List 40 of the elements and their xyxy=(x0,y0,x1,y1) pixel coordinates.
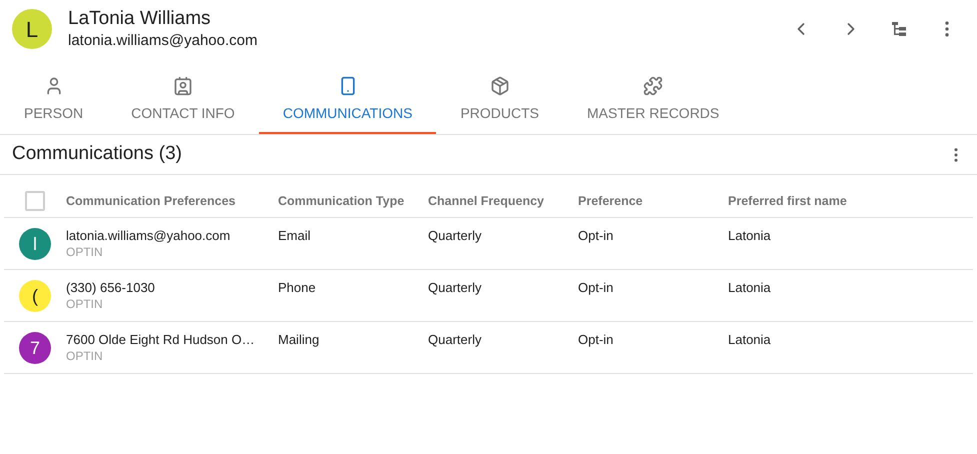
puzzle-icon xyxy=(643,76,664,96)
tab[interactable]: MASTER RECORDS xyxy=(563,68,744,134)
column-header: Communication Type xyxy=(278,192,406,210)
section-title: Communications (3) xyxy=(12,142,182,166)
column-header: Channel Frequency xyxy=(428,192,545,210)
table-cell-text: 7600 Olde Eight Rd Hudson O… xyxy=(66,332,256,348)
table-cell-text: Quarterly xyxy=(428,228,482,244)
table-cell-text: Quarterly xyxy=(428,332,482,348)
table-cell-text: latonia.williams@yahoo.com xyxy=(66,228,232,244)
tab[interactable]: PRODUCTS xyxy=(436,68,564,134)
tab[interactable]: COMMUNICATIONS xyxy=(258,68,436,134)
checkbox[interactable] xyxy=(25,191,45,211)
status-text: OPTIN xyxy=(66,244,104,260)
column-header: Preferred first name xyxy=(728,192,848,210)
tab[interactable]: CONTACT INFO xyxy=(107,68,259,134)
status-text: OPTIN xyxy=(66,348,104,364)
table-cell-text: Opt-in xyxy=(578,228,614,244)
row-avatar: ( xyxy=(19,280,51,312)
column-header: Communication Preferences xyxy=(66,192,236,210)
table-cell-text: Opt-in xyxy=(578,332,614,348)
table-cell-text: Latonia xyxy=(728,280,772,296)
table-cell-text: Latonia xyxy=(728,228,772,244)
status-text: OPTIN xyxy=(66,296,104,312)
tab[interactable]: PERSON xyxy=(0,68,108,134)
box-icon xyxy=(490,76,510,96)
row-avatar: 7 xyxy=(19,332,51,364)
hierarchy-icon[interactable] xyxy=(891,21,907,37)
table-cell-text: (330) 656-1030 xyxy=(66,280,156,296)
person-name: LaTonia Williams xyxy=(68,7,212,31)
row-avatar: l xyxy=(19,228,51,260)
person-email: latonia.williams@yahoo.com xyxy=(68,31,258,51)
table-cell-text: Opt-in xyxy=(578,280,614,296)
table-cell-text: Mailing xyxy=(278,332,320,348)
table-cell-text: Phone xyxy=(278,280,317,296)
avatar: L xyxy=(12,9,52,49)
table-cell-text: Quarterly xyxy=(428,280,482,296)
contact-icon xyxy=(172,76,193,96)
table-cell-text: Email xyxy=(278,228,312,244)
table-cell-text: Latonia xyxy=(728,332,772,348)
column-header: Preference xyxy=(578,192,644,210)
